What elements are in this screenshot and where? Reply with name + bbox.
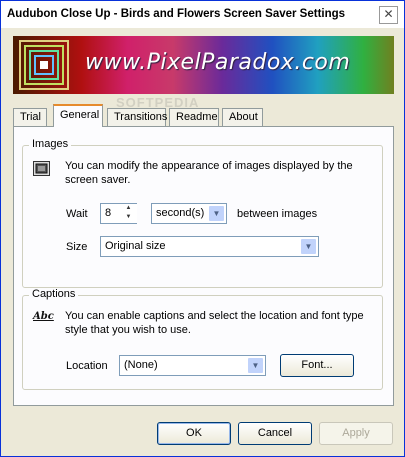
font-button[interactable]: Font...: [280, 354, 354, 377]
captions-group-title: Captions: [29, 288, 79, 300]
tab-transitions[interactable]: Transitions: [107, 108, 167, 127]
wait-spinner[interactable]: ▲ ▼: [122, 204, 137, 223]
pixelparadox-logo-icon: [19, 40, 69, 90]
tab-trial[interactable]: Trial: [13, 108, 47, 127]
apply-button[interactable]: Apply: [319, 422, 393, 445]
ok-button[interactable]: OK: [157, 422, 231, 445]
chevron-down-icon[interactable]: ▼: [301, 239, 316, 254]
cancel-button[interactable]: Cancel: [238, 422, 312, 445]
window-title: Audubon Close Up - Birds and Flowers Scr…: [7, 8, 346, 20]
size-value: Original size: [105, 240, 166, 252]
images-group-title: Images: [29, 138, 72, 150]
banner-text: www.PixelParadox.com: [85, 50, 351, 75]
spin-up-icon[interactable]: ▲: [122, 204, 135, 213]
images-description: You can modify the appearance of images …: [65, 160, 353, 186]
wait-label: Wait: [66, 208, 88, 220]
wait-unit-select[interactable]: second(s) ▼: [151, 203, 227, 224]
location-value: (None): [124, 359, 158, 371]
tab-general[interactable]: General: [53, 104, 103, 127]
location-select[interactable]: (None) ▼: [119, 355, 266, 376]
general-tab-panel: Images You can modify the appearance of …: [13, 126, 394, 406]
captions-description: You can enable captions and select the l…: [65, 310, 364, 336]
tab-about[interactable]: About: [222, 108, 263, 127]
chevron-down-icon[interactable]: ▼: [209, 206, 224, 221]
settings-window: Audubon Close Up - Birds and Flowers Scr…: [0, 0, 405, 457]
wait-suffix-label: between images: [237, 208, 318, 220]
wait-unit-value: second(s): [156, 207, 205, 219]
close-button[interactable]: ✕: [379, 6, 398, 24]
chevron-down-icon[interactable]: ▼: [248, 358, 263, 373]
spin-down-icon[interactable]: ▼: [122, 213, 135, 222]
captions-group: Captions Abc You can enable captions and…: [22, 288, 383, 390]
location-label: Location: [66, 360, 108, 372]
size-select[interactable]: Original size ▼: [100, 236, 319, 257]
title-bar: Audubon Close Up - Birds and Flowers Scr…: [1, 1, 404, 28]
tab-readme[interactable]: Readme: [169, 108, 219, 127]
font-abc-icon: Abc: [33, 311, 54, 322]
picture-frame-icon: [33, 161, 50, 176]
size-label: Size: [66, 241, 88, 253]
images-group: Images You can modify the appearance of …: [22, 138, 383, 288]
banner: www.PixelParadox.com: [13, 36, 394, 94]
